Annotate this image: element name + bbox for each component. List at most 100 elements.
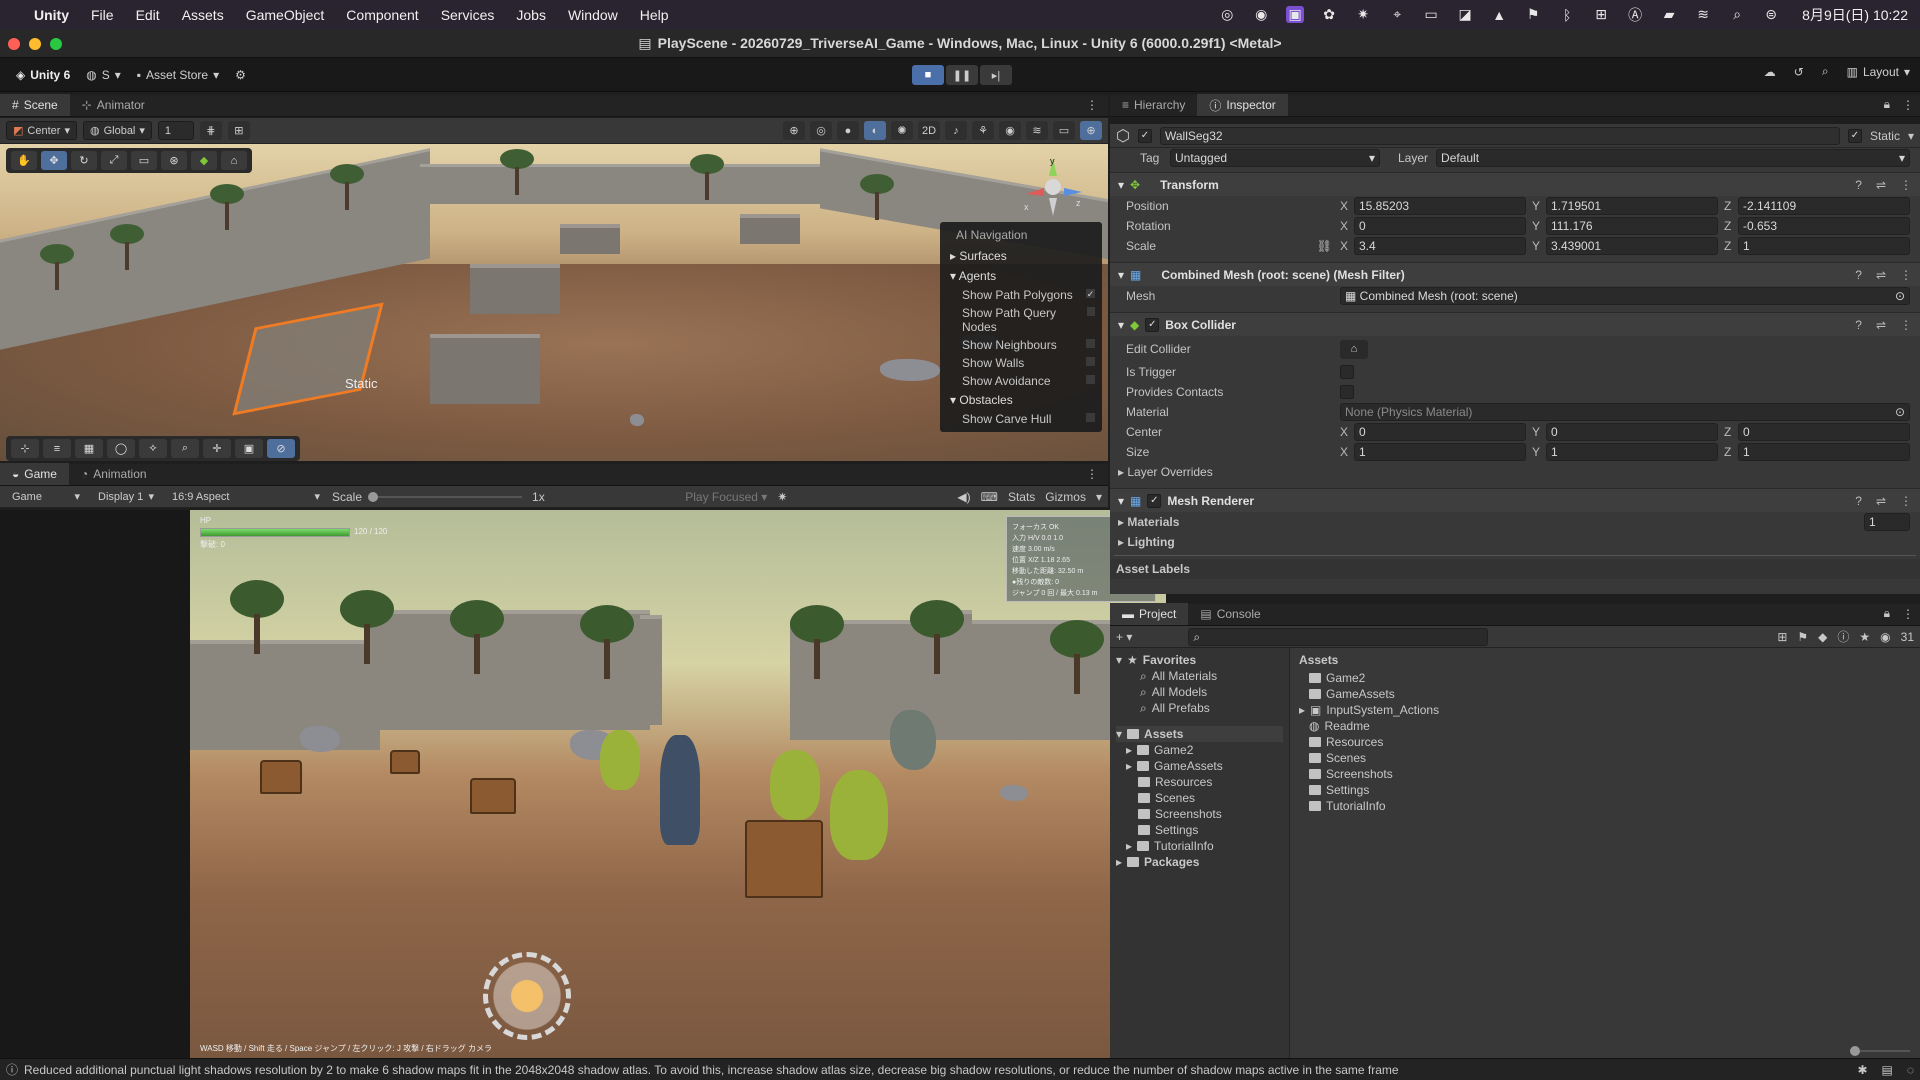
mesh-filter-header[interactable]: ▾ ▦ Combined Mesh (root: scene) (Mesh Fi… [1110, 262, 1920, 286]
object-name-field[interactable]: WallSeg32 [1159, 126, 1840, 145]
favorite-item[interactable]: ⌕ All Prefabs [1116, 700, 1283, 716]
filter-warning-icon[interactable]: ⓘ [1837, 628, 1849, 645]
object-picker-icon[interactable]: ⊙ [1895, 404, 1905, 420]
minimize-window-button[interactable] [29, 38, 41, 50]
more-options-icon[interactable]: ⋮ [1900, 178, 1912, 192]
menu-clock[interactable]: 8月9日(日) 10:22 [1802, 5, 1908, 25]
list-item[interactable]: TutorialInfo [1299, 798, 1912, 814]
surfaces-section[interactable]: ▸ Surfaces [946, 246, 1096, 266]
help-icon[interactable]: ? [1855, 318, 1862, 332]
lit-icon[interactable]: ◐ [864, 121, 886, 140]
tab-inspector[interactable]: ⓘ Inspector [1197, 94, 1288, 116]
help-icon[interactable]: ? [1855, 178, 1862, 192]
history-icon[interactable]: ↺ [1794, 65, 1804, 79]
spotlight-search-icon[interactable]: ⌕ [1728, 6, 1746, 23]
asset-folder[interactable]: ▸ GameAssets [1116, 758, 1283, 774]
link-icon[interactable]: ⛓ [1317, 239, 1332, 253]
rect-tool-icon[interactable]: ▭ [131, 151, 157, 170]
material-object-field[interactable]: None (Physics Material) ⊙ [1340, 403, 1910, 421]
position-x-field[interactable]: 15.85203 [1354, 197, 1526, 215]
list-item[interactable]: ◍ Readme [1299, 718, 1912, 734]
custom-tool-icon[interactable]: ◆ [191, 151, 217, 170]
zoom-window-button[interactable] [50, 38, 62, 50]
mesh-object-field[interactable]: ▦ Combined Mesh (root: scene) ⊙ [1340, 287, 1910, 305]
move-tool-icon[interactable]: ✥ [41, 151, 67, 170]
breadcrumb-assets[interactable]: Assets [1299, 653, 1338, 667]
lock-icon[interactable]: 🔒︎ [1878, 93, 1896, 116]
grid-snap-icon[interactable]: ⊞ [227, 121, 250, 140]
layers-tool-icon[interactable]: ≡ [43, 439, 71, 458]
keyboard-icon[interactable]: ⌨ [981, 490, 998, 504]
show-carve-hull-toggle[interactable]: Show Carve Hull [946, 410, 1096, 428]
icon-size-slider[interactable] [1850, 1046, 1910, 1056]
favorite-star-icon[interactable]: ★ [1859, 630, 1870, 644]
menu-jobs[interactable]: Jobs [516, 7, 546, 23]
pivot-dropdown[interactable]: ◩ Center ▾ [6, 121, 77, 140]
center-y-field[interactable]: 0 [1546, 423, 1718, 441]
asset-folder[interactable]: ▸ Game2 [1116, 742, 1283, 758]
favorite-item[interactable]: ⌕ All Materials [1116, 668, 1283, 684]
packages-node[interactable]: ▸ Packages [1116, 854, 1283, 870]
box-collider-header[interactable]: ▾ ◆ ✓ Box Collider ? ⇌ ⋮ [1110, 312, 1920, 336]
stats-button[interactable]: Stats [1008, 490, 1035, 504]
circle-tool-icon[interactable]: ◯ [107, 439, 135, 458]
preset-icon[interactable]: ⇌ [1876, 268, 1886, 282]
pivot-tool-icon[interactable]: ✛ [203, 439, 231, 458]
assets-node[interactable]: ▾ Assets [1116, 726, 1283, 742]
effects-icon[interactable]: ✺ [891, 121, 913, 140]
collider-tool-icon[interactable]: ⌂ [221, 151, 247, 170]
provides-contacts-checkbox[interactable] [1340, 385, 1354, 399]
show-path-query-nodes-toggle[interactable]: Show Path Query Nodes [946, 304, 1096, 336]
show-path-polygons-toggle[interactable]: Show Path Polygons ✓ [946, 286, 1096, 304]
step-button[interactable]: ▸| [980, 65, 1012, 85]
scale-z-field[interactable]: 1 [1738, 237, 1910, 255]
rotate-tool-icon[interactable]: ↻ [71, 151, 97, 170]
rotation-z-field[interactable]: -0.653 [1738, 217, 1910, 235]
tray-app-icon[interactable]: ✷ [1354, 6, 1372, 23]
display-dropdown[interactable]: Display 1 ▾ [92, 487, 160, 506]
gizmos-icon[interactable]: ⊕ [1080, 121, 1102, 140]
tab-animator[interactable]: ⊹ Animator [70, 94, 157, 116]
status-message[interactable]: Reduced additional punctual light shadow… [24, 1063, 1399, 1077]
icon-size-handle[interactable] [1850, 1046, 1860, 1056]
input-method-icon[interactable]: Ⓐ [1626, 5, 1644, 25]
size-x-field[interactable]: 1 [1354, 443, 1526, 461]
tray-app-icon[interactable]: ▲ [1490, 7, 1508, 23]
lighting-row[interactable]: ▸ Lighting [1110, 532, 1920, 552]
battery-icon[interactable]: ▰ [1660, 6, 1678, 23]
more-options-icon[interactable]: ⋮ [1896, 603, 1920, 625]
compass-tool-icon[interactable]: ⊘ [267, 439, 295, 458]
preset-icon[interactable]: ⇌ [1876, 318, 1886, 332]
asset-folder[interactable]: Scenes [1116, 790, 1283, 806]
camera-icon[interactable]: ▭ [1053, 121, 1075, 140]
more-options-icon[interactable]: ⋮ [1900, 318, 1912, 332]
position-z-field[interactable]: -2.141109 [1738, 197, 1910, 215]
lock-icon[interactable]: 🔒︎ [1878, 602, 1896, 625]
tray-app-icon[interactable]: ◉ [1252, 6, 1270, 23]
asset-store-dropdown[interactable]: ▪ Asset Store ▾ [129, 65, 227, 85]
layer-dropdown[interactable]: Default ▾ [1436, 149, 1910, 167]
list-item[interactable]: Resources [1299, 734, 1912, 750]
tab-console[interactable]: ▤ Console [1188, 603, 1272, 625]
search-icon[interactable]: ⌕ [1822, 64, 1829, 79]
menu-unity[interactable]: Unity [34, 7, 69, 23]
account-dropdown[interactable]: ◍ S ▾ [78, 65, 129, 85]
search-by-type-icon[interactable]: ⊞ [1777, 630, 1787, 644]
preset-icon[interactable]: ⇌ [1876, 178, 1886, 192]
list-item[interactable]: GameAssets [1299, 686, 1912, 702]
menu-file[interactable]: File [91, 7, 114, 23]
transform-header[interactable]: ▾ ✥ Transform ? ⇌ ⋮ [1110, 172, 1920, 196]
list-item[interactable]: Settings [1299, 782, 1912, 798]
tray-app-icon[interactable]: ⊞ [1592, 6, 1610, 23]
add-asset-button[interactable]: + ▾ [1116, 630, 1132, 644]
tray-app-icon[interactable]: ▣ [1286, 6, 1305, 23]
mute-audio-icon[interactable]: ◀) [957, 490, 970, 504]
menu-edit[interactable]: Edit [136, 7, 160, 23]
orientation-icon[interactable]: ⊕ [783, 121, 805, 140]
favorite-item[interactable]: ⌕ All Models [1116, 684, 1283, 700]
rotation-x-field[interactable]: 0 [1354, 217, 1526, 235]
bluetooth-icon[interactable]: ᛒ [1558, 7, 1576, 23]
game-viewport[interactable]: HP 120 / 120 撃破: 0 フォーカス OK 入力 H/V 0.0 1.… [190, 510, 1166, 1058]
tab-hierarchy[interactable]: ≡ Hierarchy [1110, 94, 1197, 116]
tray-app-icon[interactable]: ⚑ [1524, 6, 1542, 23]
